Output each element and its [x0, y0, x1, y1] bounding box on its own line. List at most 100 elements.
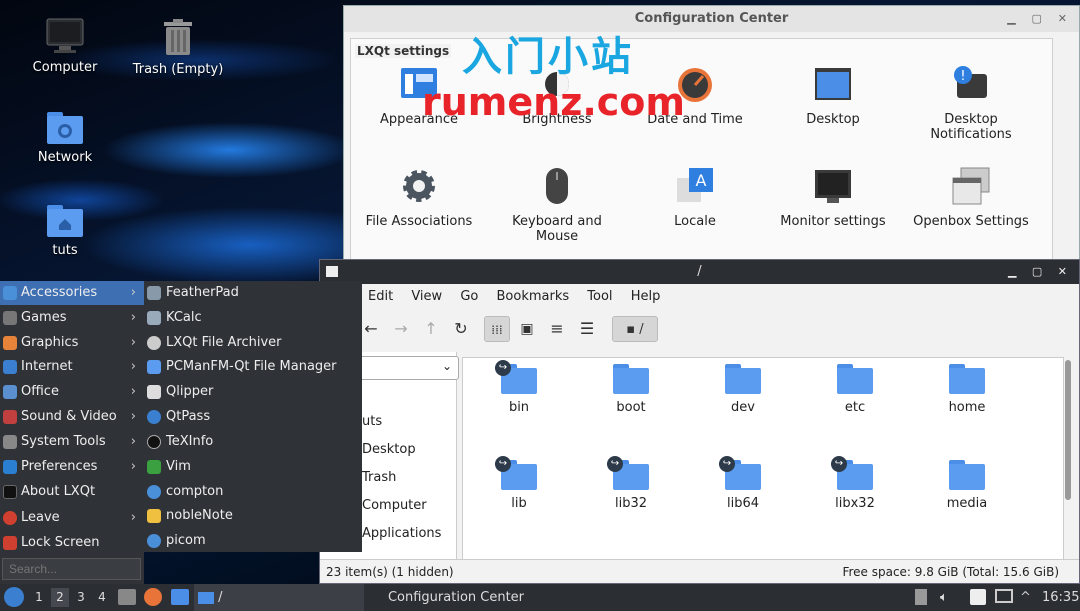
side-item[interactable]: Desktop	[362, 442, 416, 457]
battery-icon[interactable]	[915, 589, 927, 605]
file-item-boot[interactable]: boot	[591, 364, 671, 415]
config-item-label: Desktop Notifications	[930, 112, 1012, 142]
menu-search-input[interactable]	[2, 558, 141, 580]
menu-item-file-archiver[interactable]: LXQt File Archiver	[144, 331, 362, 355]
compact-view-icon[interactable]: ≡	[544, 316, 570, 342]
desktop-icon	[813, 64, 853, 104]
menu-view[interactable]: View	[411, 289, 442, 304]
file-item-lib64[interactable]: ↪ lib64	[703, 456, 783, 511]
menu-lock-screen[interactable]: Lock Screen	[0, 531, 144, 555]
desktop-icon-trash[interactable]: Trash (Empty)	[123, 18, 233, 77]
menu-category-graphics[interactable]: Graphics ›	[0, 331, 144, 355]
menu-go[interactable]: Go	[460, 289, 478, 304]
clock[interactable]: 16:35	[1042, 584, 1079, 611]
featherpad-icon	[147, 286, 161, 300]
window-titlebar[interactable]: / ▁ ▢ ✕	[320, 260, 1079, 284]
free-space: Free space: 9.8 GiB (Total: 15.6 GiB)	[842, 565, 1059, 579]
desktop-icon-tuts[interactable]: tuts	[10, 205, 120, 258]
file-item-dev[interactable]: dev	[703, 364, 783, 415]
desktop-icon-computer[interactable]: Computer	[10, 18, 120, 75]
clipboard-tray-icon[interactable]	[970, 589, 986, 605]
forward-arrow-icon[interactable]: →	[388, 316, 414, 342]
menu-category-office[interactable]: Office ›	[0, 380, 144, 404]
file-manager-launcher-icon[interactable]	[171, 589, 189, 605]
chevron-up-icon[interactable]: ^	[1020, 584, 1031, 611]
menu-category-games[interactable]: Games ›	[0, 306, 144, 330]
workspace-3[interactable]: 3	[72, 588, 90, 607]
menu-item-featherpad[interactable]: FeatherPad	[144, 281, 362, 305]
folder-icon: ↪	[719, 456, 761, 490]
scrollbar[interactable]	[1065, 360, 1071, 500]
detail-view-icon[interactable]: ☰	[574, 316, 600, 342]
menu-item-noblenote[interactable]: nobleNote	[144, 504, 362, 528]
desktop-icon-network[interactable]: Network	[10, 112, 120, 165]
preferences-icon	[3, 460, 17, 474]
menu-category-internet[interactable]: Internet ›	[0, 355, 144, 379]
menu-item-texinfo[interactable]: TeXInfo	[144, 430, 362, 454]
side-item[interactable]: Trash	[362, 470, 396, 485]
taskbar: 1 2 3 4 / Configuration Center 🔈︎ ^ 16:3…	[0, 584, 1080, 611]
menu-item-qtpass[interactable]: QtPass	[144, 405, 362, 429]
menu-category-system-tools[interactable]: System Tools ›	[0, 430, 144, 454]
task-file-manager[interactable]: /	[194, 584, 364, 611]
reload-icon[interactable]: ↻	[448, 316, 474, 342]
volume-icon[interactable]: 🔈︎	[940, 584, 948, 611]
menu-label: PCManFM-Qt File Manager	[166, 359, 337, 374]
menu-category-accessories[interactable]: Accessories ›	[0, 281, 144, 305]
config-item-file-associations[interactable]: File Associations	[354, 166, 484, 229]
side-item[interactable]: uts	[362, 414, 382, 429]
workspace-4[interactable]: 4	[93, 588, 111, 607]
firefox-icon[interactable]	[144, 588, 162, 606]
network-tray-icon[interactable]	[995, 589, 1013, 603]
window-controls[interactable]: ▁ ▢ ✕	[1008, 260, 1073, 284]
chevron-right-icon: ›	[130, 359, 136, 374]
menu-edit[interactable]: Edit	[368, 289, 393, 304]
config-item-locale[interactable]: A Locale	[630, 166, 760, 229]
menu-item-vim[interactable]: Vim	[144, 455, 362, 479]
config-item-monitor[interactable]: Monitor settings	[768, 166, 898, 229]
workspace-2[interactable]: 2	[51, 588, 69, 607]
workspace-1[interactable]: 1	[30, 588, 48, 607]
menu-leave[interactable]: Leave ›	[0, 506, 144, 530]
config-item-keyboard-mouse[interactable]: Keyboard and Mouse	[492, 166, 622, 244]
file-item-media[interactable]: media	[927, 460, 1007, 511]
file-item-etc[interactable]: etc	[815, 364, 895, 415]
show-desktop-icon[interactable]	[118, 589, 136, 605]
menu-label: Preferences	[21, 459, 98, 474]
window-titlebar[interactable]: Configuration Center ▁ ▢ ✕	[344, 6, 1079, 32]
menu-tool[interactable]: Tool	[587, 289, 612, 304]
menu-item-qlipper[interactable]: Qlipper	[144, 380, 362, 404]
menu-category-sound-video[interactable]: Sound & Video ›	[0, 405, 144, 429]
up-arrow-icon[interactable]: ↑	[418, 316, 444, 342]
file-item-libx32[interactable]: ↪ libx32	[815, 456, 895, 511]
menu-label: Internet	[21, 359, 73, 374]
file-item-lib32[interactable]: ↪ lib32	[591, 456, 671, 511]
path-button[interactable]: ▪ /	[612, 316, 658, 342]
file-item-home[interactable]: home	[927, 364, 1007, 415]
file-item-lib[interactable]: ↪ lib	[479, 456, 559, 511]
config-item-openbox[interactable]: Openbox Settings	[906, 166, 1036, 229]
menu-item-kcalc[interactable]: KCalc	[144, 306, 362, 330]
thumbnail-view-icon[interactable]: ▣	[514, 316, 540, 342]
menu-item-compton[interactable]: compton	[144, 480, 362, 504]
menu-label: Office	[21, 384, 59, 399]
task-configuration-center[interactable]: Configuration Center	[366, 584, 546, 611]
side-item[interactable]: Applications	[362, 526, 441, 541]
file-name: lib32	[614, 496, 648, 511]
desktop-label: Computer	[32, 60, 98, 75]
config-item-desktop[interactable]: Desktop	[768, 64, 898, 127]
drive-icon: ▪	[626, 322, 636, 337]
config-item-notifications[interactable]: ! Desktop Notifications	[906, 64, 1036, 142]
menu-item-picom[interactable]: picom	[144, 529, 362, 553]
window-controls[interactable]: ▁ ▢ ✕	[1007, 6, 1073, 32]
menu-category-preferences[interactable]: Preferences ›	[0, 455, 144, 479]
start-menu-icon[interactable]	[4, 587, 24, 607]
icon-view-icon[interactable]: ⁞⁞⁞	[484, 316, 510, 342]
menu-bookmarks[interactable]: Bookmarks	[497, 289, 570, 304]
side-item[interactable]: Computer	[362, 498, 427, 513]
menu-item-pcmanfm[interactable]: PCManFM-Qt File Manager	[144, 355, 362, 379]
menu-about-lxqt[interactable]: About LXQt	[0, 480, 144, 504]
file-item-bin[interactable]: ↪ bin	[479, 360, 559, 415]
menu-help[interactable]: Help	[631, 289, 661, 304]
notification-icon: !	[951, 64, 991, 104]
